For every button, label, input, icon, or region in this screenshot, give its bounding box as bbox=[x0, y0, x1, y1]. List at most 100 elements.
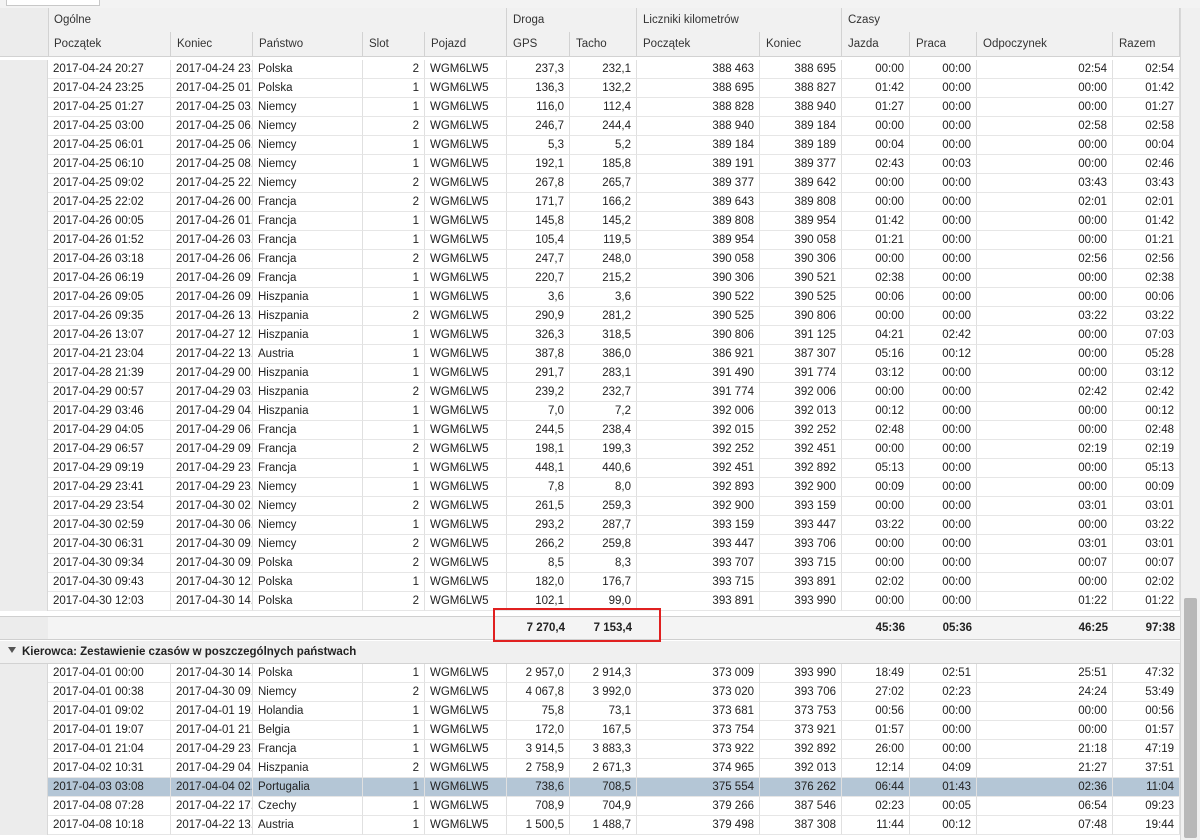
cell-razem: 01:21 bbox=[1113, 231, 1180, 250]
table-row[interactable]: 2017-04-01 09:02 2017-04-01 19... Holandia… bbox=[0, 702, 1180, 721]
cell-praca: 00:00 bbox=[910, 193, 977, 212]
collapse-triangle-icon[interactable] bbox=[8, 647, 16, 653]
row-indent bbox=[0, 231, 48, 250]
cell-tacho: 281,2 bbox=[570, 307, 637, 326]
header-group-odometer[interactable]: Liczniki kilometrów bbox=[637, 8, 842, 32]
table-row[interactable]: 2017-04-30 09:34 2017-04-30 09... Polska 2 W… bbox=[0, 554, 1180, 573]
table-row[interactable]: 2017-04-01 00:00 2017-04-30 14... Polska 1 W… bbox=[0, 664, 1180, 683]
cell-slot: 2 bbox=[363, 383, 425, 402]
table-row[interactable]: 2017-04-30 02:59 2017-04-30 06... Niemcy 1 W… bbox=[0, 516, 1180, 535]
cell-start: 2017-04-26 09:35 bbox=[48, 307, 171, 326]
cell-odo-end: 392 892 bbox=[760, 740, 842, 759]
cell-odo-end: 390 306 bbox=[760, 250, 842, 269]
table-row[interactable]: 2017-04-25 09:02 2017-04-25 22... Niemcy 2 W… bbox=[0, 174, 1180, 193]
cell-slot: 1 bbox=[363, 136, 425, 155]
vertical-scrollbar[interactable] bbox=[1180, 8, 1200, 840]
cell-vehicle: WGM6LW5 bbox=[425, 136, 507, 155]
table-row[interactable]: 2017-04-24 23:25 2017-04-25 01... Polska 1 W… bbox=[0, 79, 1180, 98]
table-row[interactable]: 2017-04-26 13:07 2017-04-27 12... Hiszpani… bbox=[0, 326, 1180, 345]
column-header-start[interactable]: Początek bbox=[48, 32, 171, 56]
cell-country: Francja bbox=[253, 250, 363, 269]
cell-razem: 01:22 bbox=[1113, 592, 1180, 611]
table-row[interactable]: 2017-04-03 03:08 2017-04-04 02... Portugal… bbox=[0, 778, 1180, 797]
cell-start: 2017-04-29 00:57 bbox=[48, 383, 171, 402]
table-row[interactable]: 2017-04-29 23:54 2017-04-30 02... Niemcy 2 W… bbox=[0, 497, 1180, 516]
column-header-jazda[interactable]: Jazda bbox=[842, 32, 910, 56]
cell-country: Francja bbox=[253, 740, 363, 759]
table-row[interactable]: 2017-04-08 07:28 2017-04-22 17... Czechy 1 W… bbox=[0, 797, 1180, 816]
header-group-general[interactable]: Ogólne bbox=[48, 8, 507, 32]
cell-start: 2017-04-30 02:59 bbox=[48, 516, 171, 535]
table-row[interactable]: 2017-04-29 04:05 2017-04-29 06... Francja 1… bbox=[0, 421, 1180, 440]
cell-praca: 00:00 bbox=[910, 98, 977, 117]
table-row[interactable]: 2017-04-29 09:19 2017-04-29 23... Francja 1… bbox=[0, 459, 1180, 478]
row-indent bbox=[0, 759, 48, 778]
cell-gps: 266,2 bbox=[507, 535, 570, 554]
column-header-gps[interactable]: GPS bbox=[507, 32, 570, 56]
table-row[interactable]: 2017-04-21 23:04 2017-04-22 13... Austria 1… bbox=[0, 345, 1180, 364]
cell-end: 2017-04-22 13... bbox=[171, 816, 253, 835]
cell-razem: 53:49 bbox=[1113, 683, 1180, 702]
cell-slot: 2 bbox=[363, 554, 425, 573]
group-header-country-summary[interactable]: Kierowca: Zestawienie czasów w poszczegó… bbox=[0, 641, 1180, 664]
table-row[interactable]: 2017-04-30 06:31 2017-04-30 09... Niemcy 2 W… bbox=[0, 535, 1180, 554]
cell-slot: 2 bbox=[363, 250, 425, 269]
cell-vehicle: WGM6LW5 bbox=[425, 60, 507, 79]
table-row[interactable]: 2017-04-29 03:46 2017-04-29 04... Hiszpani… bbox=[0, 402, 1180, 421]
header-group-distance[interactable]: Droga bbox=[507, 8, 637, 32]
cell-razem: 00:06 bbox=[1113, 288, 1180, 307]
table-row[interactable]: 2017-04-01 21:04 2017-04-29 23... Francja 1… bbox=[0, 740, 1180, 759]
column-header-odpoczynek[interactable]: Odpoczynek bbox=[977, 32, 1113, 56]
cell-jazda: 11:44 bbox=[842, 816, 910, 835]
table-row[interactable]: 2017-04-30 09:43 2017-04-30 12... Polska 1 W… bbox=[0, 573, 1180, 592]
cell-country: Portugalia bbox=[253, 778, 363, 797]
cell-end: 2017-04-01 19... bbox=[171, 702, 253, 721]
cell-end: 2017-04-01 21... bbox=[171, 721, 253, 740]
column-header-slot[interactable]: Slot bbox=[363, 32, 425, 56]
table-row[interactable]: 2017-04-26 00:05 2017-04-26 01... Francja 1… bbox=[0, 212, 1180, 231]
table-row[interactable]: 2017-04-29 23:41 2017-04-29 23... Niemcy 1 W… bbox=[0, 478, 1180, 497]
table-row[interactable]: 2017-04-25 01:27 2017-04-25 03... Niemcy 1 W… bbox=[0, 98, 1180, 117]
cell-start: 2017-04-26 06:19 bbox=[48, 269, 171, 288]
column-header-odo-end[interactable]: Koniec bbox=[760, 32, 842, 56]
cell-odo-start: 392 451 bbox=[637, 459, 760, 478]
cell-end: 2017-04-26 03... bbox=[171, 231, 253, 250]
table-row[interactable]: 2017-04-26 09:35 2017-04-26 13... Hiszpani… bbox=[0, 307, 1180, 326]
table-row[interactable]: 2017-04-26 03:18 2017-04-26 06... Francja 2… bbox=[0, 250, 1180, 269]
table-row[interactable]: 2017-04-26 09:05 2017-04-26 09... Hiszpani… bbox=[0, 288, 1180, 307]
column-header-country[interactable]: Państwo bbox=[253, 32, 363, 56]
toolbar-tab[interactable] bbox=[6, 0, 100, 6]
table-row[interactable]: 2017-04-01 00:38 2017-04-30 09... Niemcy 2 W… bbox=[0, 683, 1180, 702]
table-row[interactable]: 2017-04-25 06:01 2017-04-25 06... Niemcy 1 W… bbox=[0, 136, 1180, 155]
column-header-praca[interactable]: Praca bbox=[910, 32, 977, 56]
cell-start: 2017-04-29 23:41 bbox=[48, 478, 171, 497]
column-header-end[interactable]: Koniec bbox=[171, 32, 253, 56]
table-row[interactable]: 2017-04-25 06:10 2017-04-25 08... Niemcy 1 W… bbox=[0, 155, 1180, 174]
table-row[interactable]: 2017-04-25 22:02 2017-04-26 00... Francja 2… bbox=[0, 193, 1180, 212]
table-row[interactable]: 2017-04-28 21:39 2017-04-29 00... Hiszpani… bbox=[0, 364, 1180, 383]
table-row[interactable]: 2017-04-02 10:31 2017-04-29 04... Hiszpani… bbox=[0, 759, 1180, 778]
column-header-odo-start[interactable]: Początek bbox=[637, 32, 760, 56]
cell-vehicle: WGM6LW5 bbox=[425, 759, 507, 778]
cell-country: Czechy bbox=[253, 797, 363, 816]
cell-odpoczynek: 02:19 bbox=[977, 440, 1113, 459]
cell-odpoczynek: 06:54 bbox=[977, 797, 1113, 816]
cell-jazda: 00:09 bbox=[842, 478, 910, 497]
table-row[interactable]: 2017-04-29 00:57 2017-04-29 03... Hiszpani… bbox=[0, 383, 1180, 402]
header-group-times[interactable]: Czasy bbox=[842, 8, 1180, 32]
cell-razem: 03:22 bbox=[1113, 516, 1180, 535]
column-header-razem[interactable]: Razem bbox=[1113, 32, 1180, 56]
cell-tacho: 199,3 bbox=[570, 440, 637, 459]
column-header-tacho[interactable]: Tacho bbox=[570, 32, 637, 56]
scrollbar-thumb[interactable] bbox=[1184, 598, 1197, 838]
cell-odo-start: 390 058 bbox=[637, 250, 760, 269]
table-row[interactable]: 2017-04-26 01:52 2017-04-26 03... Francja 1… bbox=[0, 231, 1180, 250]
column-header-vehicle[interactable]: Pojazd bbox=[425, 32, 507, 56]
table-row[interactable]: 2017-04-24 20:27 2017-04-24 23... Polska 2 W… bbox=[0, 60, 1180, 79]
table-row[interactable]: 2017-04-29 06:57 2017-04-29 09... Francja 2… bbox=[0, 440, 1180, 459]
table-row[interactable]: 2017-04-25 03:00 2017-04-25 06... Niemcy 2 W… bbox=[0, 117, 1180, 136]
cell-slot: 2 bbox=[363, 497, 425, 516]
table-row[interactable]: 2017-04-08 10:18 2017-04-22 13... Austria 1… bbox=[0, 816, 1180, 835]
table-row[interactable]: 2017-04-01 19:07 2017-04-01 21... Belgia 1 W… bbox=[0, 721, 1180, 740]
table-row[interactable]: 2017-04-26 06:19 2017-04-26 09... Francja 1… bbox=[0, 269, 1180, 288]
